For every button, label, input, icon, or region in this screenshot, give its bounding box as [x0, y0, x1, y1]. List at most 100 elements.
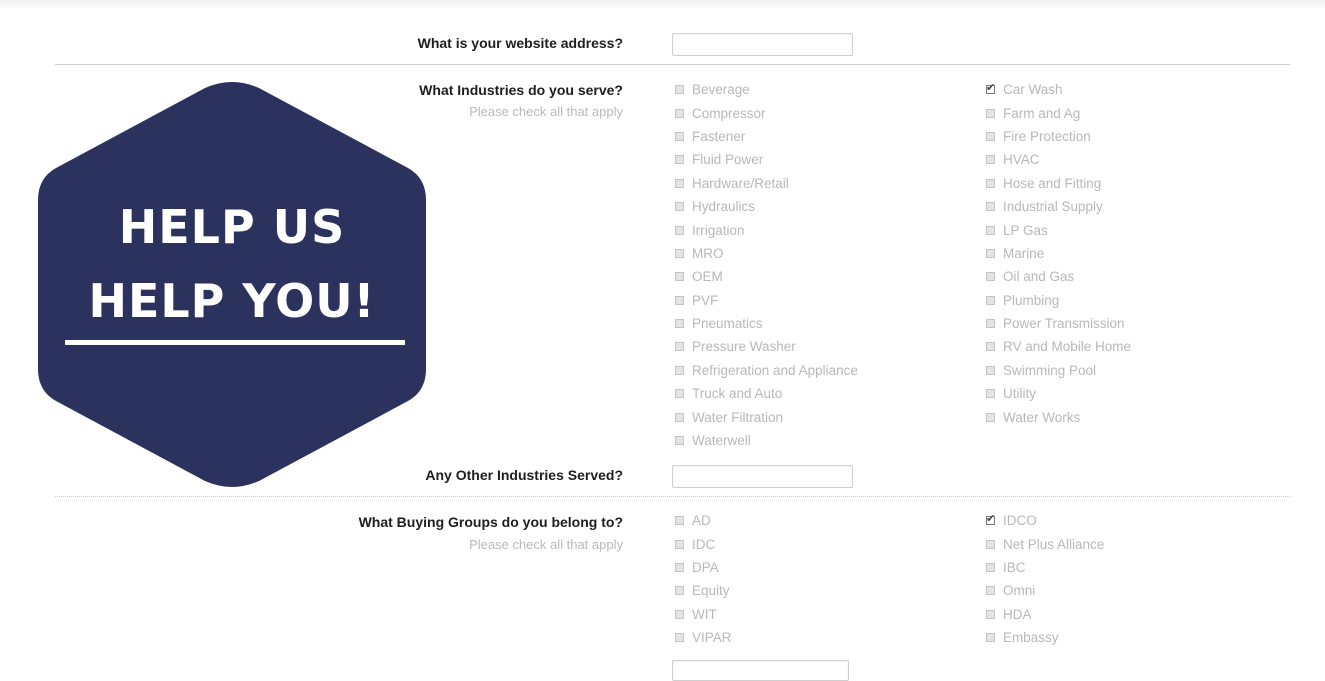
checkbox[interactable] [675, 202, 684, 212]
next-field-input[interactable] [672, 660, 849, 681]
checkbox-option[interactable]: Swimming Pool [986, 359, 1131, 382]
checkbox-option[interactable]: WIT [675, 603, 732, 626]
checkbox[interactable] [986, 412, 995, 422]
checkbox[interactable] [986, 155, 995, 165]
checkbox-option[interactable]: IDCO [986, 509, 1104, 532]
checkbox-label: Fire Protection [1003, 128, 1091, 144]
checkbox-option[interactable]: IDC [675, 532, 732, 555]
checkbox-option[interactable]: Net Plus Alliance [986, 532, 1104, 555]
checkbox-option[interactable]: Waterwell [675, 429, 858, 452]
checkbox-option[interactable]: Hose and Fitting [986, 172, 1131, 195]
checkbox[interactable] [675, 436, 684, 446]
checkbox[interactable] [986, 633, 995, 643]
checkbox[interactable] [986, 131, 995, 141]
checkbox[interactable] [675, 412, 684, 422]
checkbox[interactable] [675, 516, 684, 526]
checkbox[interactable] [675, 108, 684, 118]
checkbox[interactable] [675, 319, 684, 329]
checkbox-option[interactable]: Plumbing [986, 289, 1131, 312]
checkbox-label: HDA [1003, 606, 1032, 622]
checkbox-option[interactable]: Omni [986, 579, 1104, 602]
checkbox-option[interactable]: Refrigeration and Appliance [675, 359, 858, 382]
checkbox-option[interactable]: Car Wash [986, 78, 1131, 101]
checkbox-option[interactable]: Irrigation [675, 218, 858, 241]
other-industries-input[interactable] [672, 465, 853, 488]
checkbox[interactable] [675, 155, 684, 165]
checkbox[interactable] [986, 365, 995, 375]
checkbox[interactable] [986, 389, 995, 399]
checkbox[interactable] [675, 586, 684, 596]
checkbox-option[interactable]: Truck and Auto [675, 382, 858, 405]
checkbox-label: Hydraulics [692, 199, 756, 215]
checkbox-option[interactable]: VIPAR [675, 626, 732, 649]
checkbox-option[interactable]: HVAC [986, 148, 1131, 171]
checkbox[interactable] [986, 562, 995, 572]
checkbox[interactable] [675, 342, 684, 352]
checkbox[interactable] [986, 586, 995, 596]
checkbox-option[interactable]: Power Transmission [986, 312, 1131, 335]
checkbox[interactable] [675, 85, 684, 95]
checkbox-option[interactable]: Industrial Supply [986, 195, 1131, 218]
checkbox[interactable] [986, 108, 995, 118]
checkbox[interactable] [675, 272, 684, 282]
checkbox-option[interactable]: Water Filtration [675, 405, 858, 428]
checkbox[interactable] [986, 295, 995, 305]
checkbox[interactable] [986, 178, 995, 188]
checkbox[interactable] [675, 389, 684, 399]
checkbox[interactable] [675, 539, 684, 549]
checkbox-option[interactable]: Fluid Power [675, 148, 858, 171]
checkbox-label: Hardware/Retail [692, 175, 789, 191]
industries-column-1: Beverage Compressor Fastener Fluid Power Har… [675, 78, 858, 452]
checkbox-label: Industrial Supply [1003, 199, 1103, 215]
checkbox-option[interactable]: Marine [986, 242, 1131, 265]
checkbox[interactable] [986, 225, 995, 235]
checkbox[interactable] [675, 248, 684, 258]
checkbox-option[interactable]: Water Works [986, 405, 1131, 428]
checkbox-label: Utility [1003, 386, 1036, 402]
checkbox-option[interactable]: Pneumatics [675, 312, 858, 335]
checkbox-option[interactable]: Beverage [675, 78, 858, 101]
checkbox-checked[interactable] [986, 512, 995, 526]
checkbox[interactable] [675, 225, 684, 235]
checkbox[interactable] [986, 319, 995, 329]
checkbox[interactable] [986, 248, 995, 258]
checkbox-checked[interactable] [986, 81, 995, 95]
checkbox[interactable] [675, 295, 684, 305]
checkbox-option[interactable]: Fire Protection [986, 125, 1131, 148]
checkbox-option[interactable]: Embassy [986, 626, 1104, 649]
checkbox[interactable] [986, 342, 995, 352]
checkbox-option[interactable]: LP Gas [986, 218, 1131, 241]
checkbox-option[interactable]: RV and Mobile Home [986, 335, 1131, 358]
checkbox-label: Farm and Ag [1003, 105, 1081, 121]
checkbox[interactable] [675, 633, 684, 643]
checkbox-option[interactable]: Oil and Gas [986, 265, 1131, 288]
checkbox-option[interactable]: Fastener [675, 125, 858, 148]
checkbox-option[interactable]: AD [675, 509, 732, 532]
website-input[interactable] [672, 33, 853, 56]
checkbox[interactable] [675, 562, 684, 572]
checkbox-label: Plumbing [1003, 292, 1060, 308]
checkbox[interactable] [675, 609, 684, 619]
checkbox-option[interactable]: MRO [675, 242, 858, 265]
checkbox-option[interactable]: PVF [675, 289, 858, 312]
checkbox[interactable] [986, 202, 995, 212]
checkbox[interactable] [986, 272, 995, 282]
checkbox-option[interactable]: HDA [986, 603, 1104, 626]
checkbox[interactable] [675, 365, 684, 375]
checkbox[interactable] [986, 539, 995, 549]
checkbox-option[interactable]: OEM [675, 265, 858, 288]
checkbox-option[interactable]: Compressor [675, 101, 858, 124]
checkbox-option[interactable]: Utility [986, 382, 1131, 405]
checkbox-option[interactable]: Hardware/Retail [675, 172, 858, 195]
checkbox-option[interactable]: DPA [675, 556, 732, 579]
checkbox-option[interactable]: Hydraulics [675, 195, 858, 218]
checkbox-label: Pneumatics [692, 316, 763, 332]
checkbox-option[interactable]: IBC [986, 556, 1104, 579]
checkbox[interactable] [675, 131, 684, 141]
checkbox-option[interactable]: Equity [675, 579, 732, 602]
checkbox-option[interactable]: Pressure Washer [675, 335, 858, 358]
checkbox[interactable] [675, 178, 684, 188]
checkbox[interactable] [986, 609, 995, 619]
checkbox-option[interactable]: Farm and Ag [986, 101, 1131, 124]
checkbox-label: PVF [692, 292, 719, 308]
